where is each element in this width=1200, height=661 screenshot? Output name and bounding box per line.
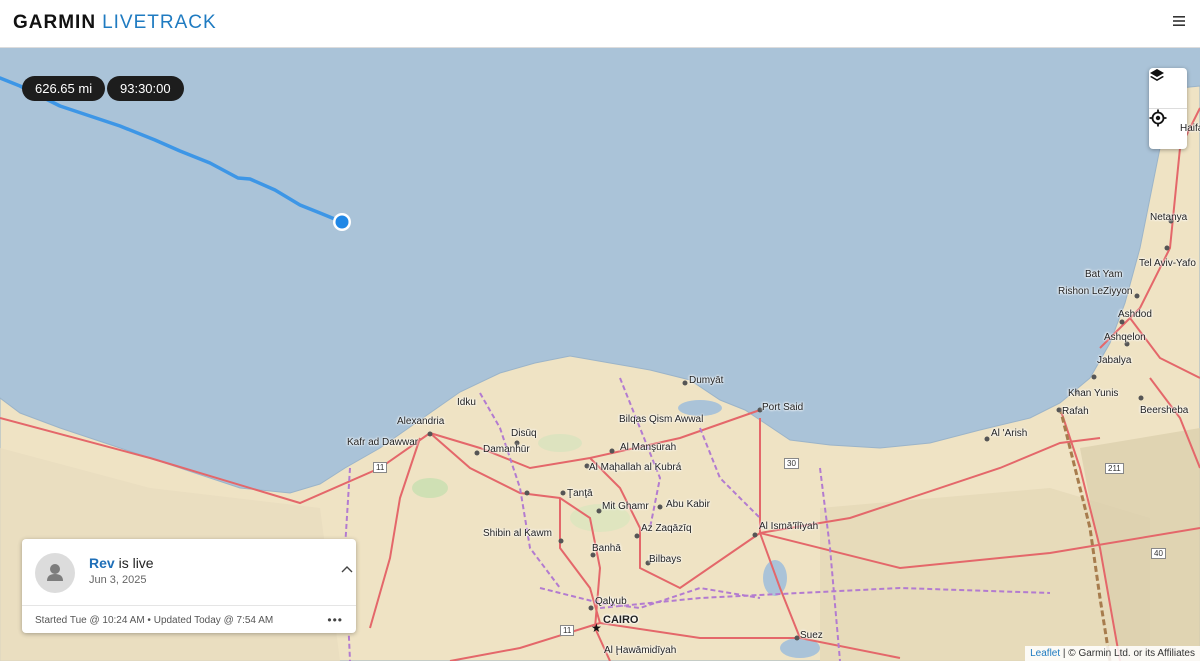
current-location-marker[interactable]: [333, 213, 351, 231]
map-label: Rishon LeZiyyon: [1058, 286, 1133, 297]
map-label: Ţanţā: [567, 488, 593, 499]
map-label: Banhā: [592, 543, 621, 554]
brand-primary: GARMIN: [13, 12, 97, 33]
duration-badge: 93:30:00: [107, 76, 184, 101]
map-label: Ashqelon: [1104, 332, 1146, 343]
attribution-text: | © Garmin Ltd. or its Affiliates: [1060, 648, 1195, 659]
avatar: [35, 553, 75, 593]
map-label: Port Said: [762, 402, 804, 413]
road-shield: 11: [373, 462, 388, 473]
map-view[interactable]: ★ 626.65 mi 93:30:00 Haifa Netanya Tel A…: [0, 48, 1200, 661]
road-shield: 30: [784, 458, 799, 469]
more-options-icon[interactable]: •••: [327, 613, 343, 627]
distance-badge: 626.65 mi: [22, 76, 106, 101]
hamburger-icon[interactable]: [1172, 14, 1186, 28]
card-divider: [22, 605, 356, 606]
map-label: Ashdod: [1118, 309, 1152, 320]
map-label: Al 'Arish: [991, 428, 1028, 439]
map-label: Bilbays: [649, 554, 682, 565]
map-label: Al Ḩawāmidīyah: [604, 645, 677, 656]
map-label: Disūq: [511, 428, 537, 439]
map-label: Abu Kabir: [666, 499, 710, 510]
map-label: Alexandria: [397, 416, 445, 427]
map-label: CAIRO: [603, 614, 639, 626]
map-label: Mit Ghamr: [602, 501, 649, 512]
map-label: Az Zaqāzīq: [641, 523, 692, 534]
activity-date: Jun 3, 2025: [89, 574, 147, 586]
map-label: Netanya: [1150, 212, 1188, 223]
map-label: Beersheba: [1140, 405, 1189, 416]
map-label: Damanhūr: [483, 444, 530, 455]
map-label: Shibin al Kawm: [483, 528, 552, 539]
road-shield: 40: [1151, 548, 1166, 559]
map-label: Bat Yam: [1085, 269, 1123, 280]
layers-icon[interactable]: [1149, 68, 1187, 108]
athlete-name[interactable]: Rev: [89, 555, 115, 571]
leaflet-link[interactable]: Leaflet: [1030, 648, 1060, 659]
map-label: Kafr ad Dawwar: [347, 437, 419, 448]
map-label: Tel Aviv-Yafo: [1139, 258, 1196, 269]
map-label: Qalyub: [595, 596, 627, 607]
map-label: Haifa: [1180, 123, 1200, 134]
map-label: Dumyāt: [689, 375, 724, 386]
map-controls: [1149, 68, 1187, 149]
road-shield: 211: [1105, 463, 1124, 474]
brand-logo: GARMIN LIVETRACK: [13, 12, 217, 34]
map-label: Idku: [457, 397, 476, 408]
map-label: Khan Yunis: [1068, 388, 1119, 399]
map-label: Al Manşūrah: [620, 442, 677, 453]
svg-text:★: ★: [591, 621, 602, 635]
map-label: Suez: [800, 630, 823, 641]
app-header: GARMIN LIVETRACK: [0, 0, 1200, 48]
live-status-card: Rev is live Jun 3, 2025 Started Tue @ 10…: [22, 539, 356, 633]
live-status-text: is live: [118, 555, 154, 571]
map-label: Al Maḩallah al Kubrá: [589, 462, 682, 473]
live-status-title: Rev is live: [89, 555, 154, 571]
map-label: Bilqas Qism Awwal: [619, 414, 704, 425]
brand-secondary: LIVETRACK: [102, 12, 217, 33]
road-shield: 11: [560, 625, 575, 636]
map-label: Jabalya: [1097, 355, 1132, 366]
activity-timestamps: Started Tue @ 10:24 AM • Updated Today @…: [35, 615, 274, 626]
map-attribution: Leaflet | © Garmin Ltd. or its Affiliate…: [1025, 646, 1200, 661]
map-label: Rafah: [1062, 406, 1089, 417]
map-label: Al Ismā'īlīyah: [759, 521, 819, 532]
